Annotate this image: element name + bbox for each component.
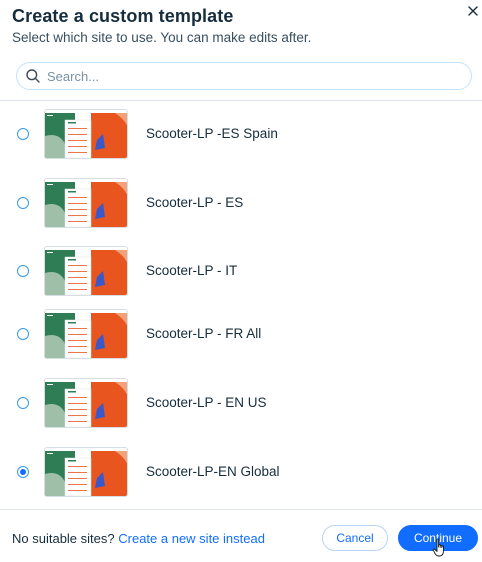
- site-row[interactable]: Scooter-LP - ES: [0, 174, 482, 232]
- site-row[interactable]: Scooter-LP - FR All: [0, 305, 482, 363]
- site-label: Scooter-LP - EN US: [146, 395, 267, 410]
- site-row[interactable]: Scooter-LP - EN US: [0, 374, 482, 432]
- no-sites-text: No suitable sites?: [12, 531, 115, 546]
- site-radio[interactable]: [17, 328, 29, 340]
- site-row[interactable]: Scooter-LP-EN Global: [0, 443, 482, 501]
- site-radio[interactable]: [17, 128, 29, 140]
- site-label: Scooter-LP - ES: [146, 195, 244, 210]
- create-new-site-link[interactable]: Create a new site instead: [118, 531, 265, 546]
- search-input[interactable]: [47, 66, 457, 86]
- header-divider: [0, 100, 482, 101]
- site-thumbnail: [44, 246, 128, 296]
- cancel-button[interactable]: Cancel: [322, 525, 388, 551]
- footer-divider: [0, 509, 482, 510]
- dialog-title: Create a custom template: [12, 6, 234, 26]
- site-radio[interactable]: [17, 265, 29, 277]
- site-thumbnail: [44, 309, 128, 359]
- site-radio[interactable]: [17, 397, 29, 409]
- create-template-dialog: Create a custom template Select which si…: [0, 0, 482, 562]
- search-icon: [26, 69, 40, 83]
- site-radio[interactable]: [17, 197, 29, 209]
- site-thumbnail: [44, 378, 128, 428]
- footer-prompt: No suitable sites? Create a new site ins…: [12, 531, 265, 546]
- continue-button[interactable]: Continue: [398, 525, 478, 551]
- site-thumbnail: [44, 178, 128, 228]
- site-label: Scooter-LP -ES Spain: [146, 126, 278, 141]
- dialog-subtitle: Select which site to use. You can make e…: [12, 30, 312, 45]
- site-label: Scooter-LP - IT: [146, 263, 238, 278]
- search-box: [16, 62, 472, 90]
- site-row[interactable]: Scooter-LP -ES Spain: [0, 105, 482, 163]
- site-thumbnail: [44, 109, 128, 159]
- site-label: Scooter-LP-EN Global: [146, 464, 280, 479]
- site-radio[interactable]: [17, 466, 29, 478]
- close-icon[interactable]: [464, 2, 482, 20]
- site-label: Scooter-LP - FR All: [146, 326, 262, 341]
- site-row[interactable]: Scooter-LP - IT: [0, 242, 482, 300]
- site-thumbnail: [44, 447, 128, 497]
